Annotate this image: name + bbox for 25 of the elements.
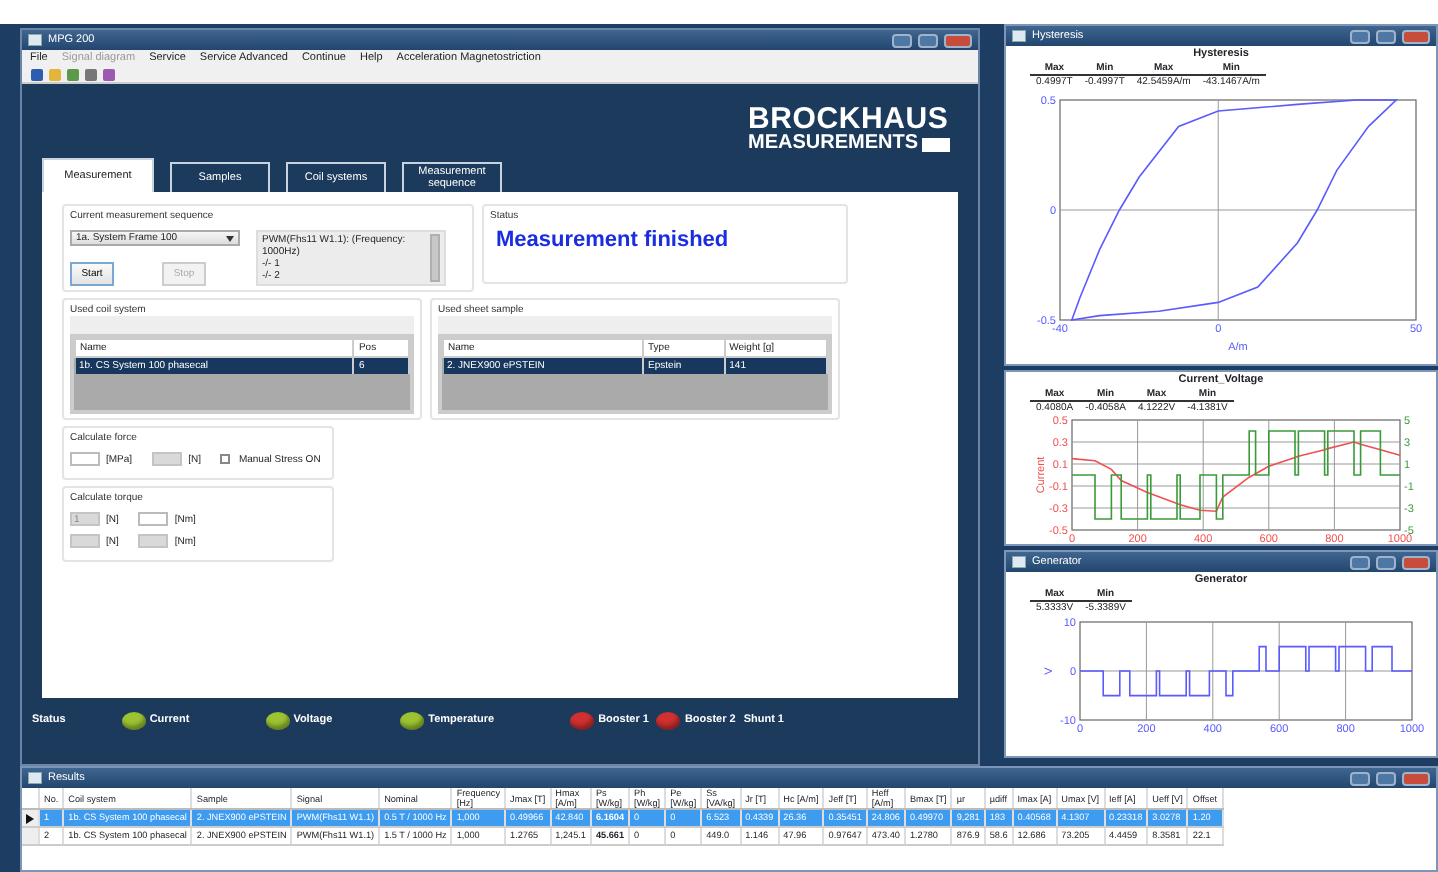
close-icon[interactable] [944, 33, 972, 47]
scrollbar[interactable] [430, 234, 440, 282]
maximize-icon[interactable] [1376, 29, 1396, 43]
logo-text: MEASUREMENTS [747, 134, 918, 154]
input-field[interactable] [70, 452, 100, 466]
close-icon[interactable] [1402, 771, 1430, 785]
maximize-icon[interactable] [1376, 771, 1396, 785]
close-icon[interactable] [1402, 29, 1430, 43]
input-field[interactable] [138, 512, 169, 526]
status-message: Measurement finished [496, 228, 731, 255]
maximize-icon[interactable] [1376, 555, 1396, 569]
checkbox[interactable] [220, 454, 231, 464]
close-icon[interactable] [1402, 555, 1430, 569]
caret-icon [226, 235, 234, 241]
minimize-icon[interactable] [1350, 555, 1370, 569]
logo-bar [922, 137, 950, 151]
minimize-icon[interactable] [1350, 29, 1370, 43]
window-icon [1012, 556, 1026, 568]
window-icon [28, 772, 42, 784]
minimize-icon[interactable] [1350, 771, 1370, 785]
window-icon [28, 34, 42, 46]
minimize-icon[interactable] [892, 33, 912, 47]
maximize-icon[interactable] [918, 33, 938, 47]
logo-text: BROCKHAUS [747, 104, 950, 134]
window-icon [1012, 30, 1026, 42]
